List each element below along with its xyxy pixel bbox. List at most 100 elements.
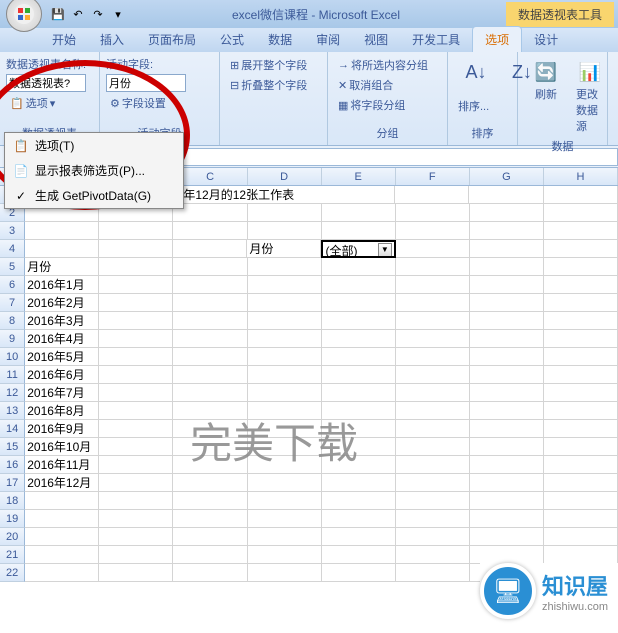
cell[interactable]	[470, 474, 544, 492]
worksheet-grid[interactable]: 1目的：新建2016年1月至2016年12月的12张工作表234月份(全部)▼5…	[0, 186, 618, 582]
cell[interactable]	[248, 294, 322, 312]
col-header-G[interactable]: G	[470, 168, 544, 185]
cell[interactable]	[470, 510, 544, 528]
cell[interactable]	[470, 546, 544, 564]
pivot-name-input[interactable]	[6, 74, 86, 92]
cell[interactable]: 2016年8月	[25, 402, 99, 420]
cell[interactable]	[395, 186, 469, 204]
save-icon[interactable]: 💾	[50, 6, 66, 22]
menu-options[interactable]: 📋选项(T)	[5, 133, 183, 158]
cell[interactable]	[322, 546, 396, 564]
cell[interactable]	[470, 528, 544, 546]
row-header[interactable]: 3	[0, 222, 25, 240]
expand-field-button[interactable]: ⊞展开整个字段	[226, 56, 321, 74]
cell[interactable]	[99, 492, 173, 510]
cell[interactable]	[248, 222, 322, 240]
tab-审阅[interactable]: 审阅	[304, 27, 352, 52]
cell[interactable]	[544, 384, 618, 402]
cell[interactable]	[396, 438, 470, 456]
cell[interactable]	[470, 240, 544, 258]
cell[interactable]	[396, 474, 470, 492]
cell[interactable]	[25, 528, 99, 546]
cell[interactable]	[322, 402, 396, 420]
cell[interactable]	[322, 294, 396, 312]
cell[interactable]	[544, 474, 618, 492]
cell[interactable]	[544, 492, 618, 510]
cell[interactable]	[470, 456, 544, 474]
cell[interactable]	[322, 222, 396, 240]
cell[interactable]	[248, 366, 322, 384]
cell[interactable]	[544, 456, 618, 474]
cell[interactable]	[173, 492, 247, 510]
cell[interactable]: 2016年3月	[25, 312, 99, 330]
cell[interactable]	[322, 438, 396, 456]
cell[interactable]	[248, 420, 322, 438]
cell[interactable]	[544, 330, 618, 348]
row-header[interactable]: 12	[0, 384, 25, 402]
cell[interactable]	[99, 384, 173, 402]
cell[interactable]	[470, 402, 544, 420]
cell[interactable]	[544, 438, 618, 456]
cell[interactable]	[173, 474, 247, 492]
row-header[interactable]: 5	[0, 258, 25, 276]
cell[interactable]	[470, 294, 544, 312]
col-header-E[interactable]: E	[322, 168, 396, 185]
cell[interactable]	[469, 186, 543, 204]
cell[interactable]	[544, 348, 618, 366]
cell[interactable]	[248, 402, 322, 420]
cell[interactable]	[248, 546, 322, 564]
cell[interactable]	[396, 348, 470, 366]
cell[interactable]	[470, 204, 544, 222]
cell[interactable]	[99, 438, 173, 456]
cell[interactable]	[544, 240, 618, 258]
cell[interactable]: 月份	[25, 258, 99, 276]
cell[interactable]	[322, 330, 396, 348]
cell[interactable]	[396, 546, 470, 564]
cell[interactable]	[322, 474, 396, 492]
cell[interactable]	[99, 366, 173, 384]
group-field-button[interactable]: ▦将字段分组	[334, 96, 441, 114]
cell[interactable]	[544, 294, 618, 312]
cell[interactable]: 2016年9月	[25, 420, 99, 438]
cell[interactable]	[396, 330, 470, 348]
menu-show-filter-pages[interactable]: 📄显示报表筛选页(P)...	[5, 158, 183, 183]
tab-开始[interactable]: 开始	[40, 27, 88, 52]
row-header[interactable]: 6	[0, 276, 25, 294]
cell[interactable]	[544, 186, 618, 204]
cell[interactable]	[99, 474, 173, 492]
cell[interactable]	[99, 222, 173, 240]
cell[interactable]	[470, 348, 544, 366]
row-header[interactable]: 15	[0, 438, 25, 456]
row-header[interactable]: 17	[0, 474, 25, 492]
cell[interactable]	[173, 348, 247, 366]
cell[interactable]	[99, 564, 173, 582]
row-header[interactable]: 20	[0, 528, 25, 546]
cell[interactable]	[470, 438, 544, 456]
row-header[interactable]: 14	[0, 420, 25, 438]
cell[interactable]	[173, 240, 247, 258]
cell[interactable]	[322, 276, 396, 294]
row-header[interactable]: 18	[0, 492, 25, 510]
cell[interactable]	[173, 456, 247, 474]
cell[interactable]	[248, 276, 322, 294]
tab-插入[interactable]: 插入	[88, 27, 136, 52]
cell[interactable]	[396, 510, 470, 528]
cell[interactable]	[25, 222, 99, 240]
ungroup-button[interactable]: ✕取消组合	[334, 76, 441, 94]
cell[interactable]	[248, 348, 322, 366]
cell[interactable]: 月份	[247, 240, 321, 258]
cell[interactable]	[248, 438, 322, 456]
field-settings-button[interactable]: ⚙ 字段设置	[106, 94, 213, 112]
cell[interactable]	[173, 222, 247, 240]
cell[interactable]	[322, 420, 396, 438]
cell[interactable]	[25, 492, 99, 510]
row-header[interactable]: 7	[0, 294, 25, 312]
tab-数据[interactable]: 数据	[256, 27, 304, 52]
cell[interactable]	[396, 222, 470, 240]
cell[interactable]	[470, 258, 544, 276]
row-header[interactable]: 8	[0, 312, 25, 330]
cell[interactable]	[396, 276, 470, 294]
cell[interactable]	[173, 402, 247, 420]
cell[interactable]	[544, 402, 618, 420]
cell[interactable]	[99, 402, 173, 420]
